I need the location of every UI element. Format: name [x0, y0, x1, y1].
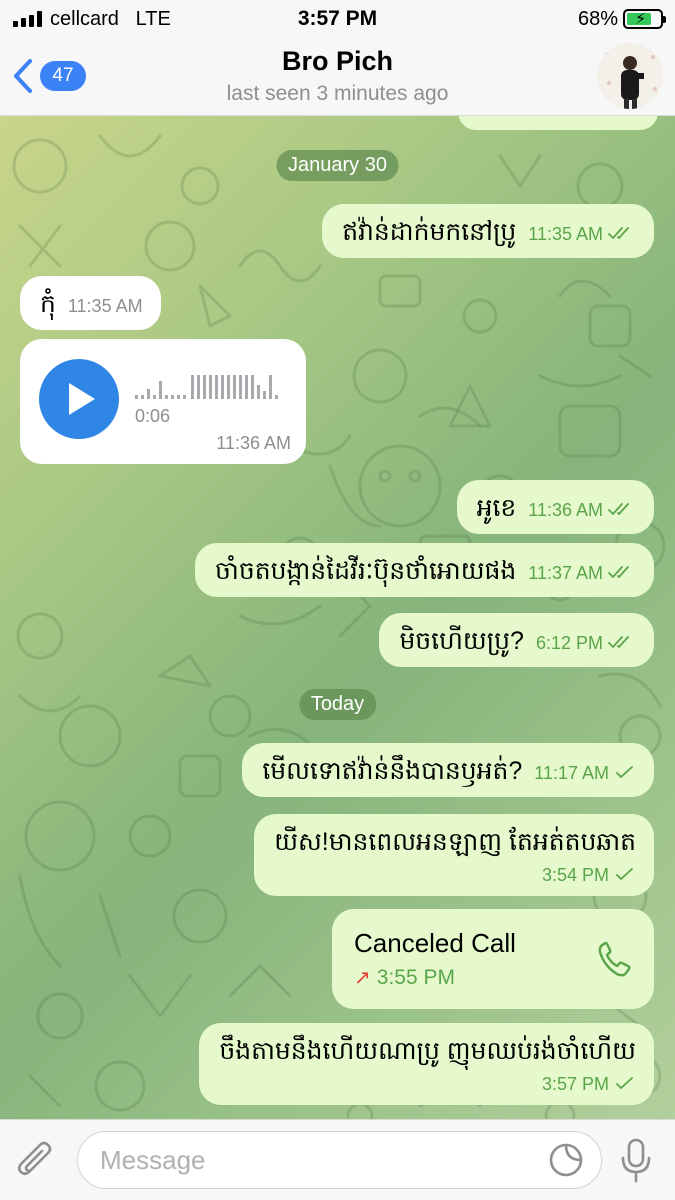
- message-text: អូខេ: [476, 494, 517, 522]
- double-check-icon: [608, 227, 629, 240]
- message-text: ចឹងតាមនឹងហើយណាប្រូ ញុមឈប់រង់ចាំហើយ: [219, 1037, 636, 1065]
- double-check-icon: [608, 503, 629, 516]
- message-bubble-out[interactable]: ឥវ៉ាន់ដាក់មកនៅប្រូ 11:35 AM: [322, 204, 654, 259]
- sticker-icon[interactable]: [548, 1142, 584, 1178]
- contact-name[interactable]: Bro Pich: [0, 46, 675, 77]
- chat-header: cellcard LTE 3:57 PM 68% ⚡ 47 Bro Pich l…: [0, 0, 675, 116]
- call-time: ↗ 3:55 PM: [354, 966, 455, 989]
- voice-duration: 0:06: [135, 406, 171, 426]
- check-icon: [616, 1077, 633, 1090]
- message-text: កុំ: [40, 290, 56, 318]
- partial-message-bubble: [458, 116, 658, 130]
- message-bubble-in[interactable]: កុំ 11:35 AM: [20, 276, 161, 331]
- message-bubble-out[interactable]: អូខេ 11:36 AM: [456, 480, 654, 535]
- voice-waveform: [135, 375, 278, 399]
- double-check-icon: [608, 636, 629, 649]
- play-button[interactable]: [39, 359, 119, 439]
- message-bubble-out[interactable]: ចាំចតបង្កាន់ដៃវីរៈប៊ុនថាំអោយផង 11:37 AM: [195, 543, 654, 598]
- attach-icon[interactable]: [16, 1139, 56, 1183]
- check-icon: [616, 868, 633, 881]
- message-bubble-out[interactable]: យីស!មានពេលអនឡាញ តែអត់តបឆាត 3:54 PM: [254, 814, 654, 897]
- message-text: ចាំចតបង្កាន់ដៃវីរៈប៊ុនថាំអោយផង: [215, 557, 517, 585]
- message-composer: Message: [0, 1119, 675, 1200]
- message-time: 11:36 AM: [216, 432, 291, 453]
- avatar[interactable]: [597, 43, 663, 109]
- last-seen-status: last seen 3 minutes ago: [226, 82, 449, 105]
- message-time: 11:36 AM: [528, 497, 636, 523]
- message-time: 11:37 AM: [528, 560, 636, 586]
- avatar-photo: [597, 43, 663, 109]
- chat-area[interactable]: January 30 ឥវ៉ាន់ដាក់មកនៅប្រូ 11:35 AM ក…: [0, 116, 675, 1119]
- double-check-icon: [608, 566, 629, 579]
- status-bar: cellcard LTE 3:57 PM 68% ⚡: [0, 0, 675, 38]
- message-text: មិចហើយប្រូ?: [399, 627, 524, 655]
- check-icon: [616, 766, 633, 779]
- voice-message-bubble[interactable]: 0:06 11:36 AM: [20, 339, 306, 464]
- message-bubble-out[interactable]: ចឹងតាមនឹងហើយណាប្រូ ញុមឈប់រង់ចាំហើយ 3:57 …: [199, 1023, 654, 1106]
- mic-icon[interactable]: [620, 1138, 652, 1184]
- phone-icon[interactable]: [594, 939, 636, 981]
- telegram-chat-screen: cellcard LTE 3:57 PM 68% ⚡ 47 Bro Pich l…: [0, 0, 675, 1200]
- message-time: 3:57 PM: [231, 1071, 636, 1097]
- message-bubble-out[interactable]: មិចហើយប្រូ? 6:12 PM: [379, 613, 654, 668]
- message-bubble-out[interactable]: មើលទោឥវ៉ាន់នឹងបានឫអត់? 11:17 AM: [242, 743, 654, 798]
- message-time: 11:35 AM: [528, 221, 636, 247]
- play-icon: [69, 383, 95, 415]
- clock: 3:57 PM: [297, 7, 378, 30]
- missed-call-arrow-icon: ↗: [354, 967, 371, 989]
- date-separator-today: Today: [298, 689, 377, 720]
- call-title: Canceled Call: [354, 928, 516, 958]
- date-separator-january: January 30: [276, 150, 399, 181]
- message-time: 6:12 PM: [536, 630, 636, 656]
- battery-percent: 68%: [577, 8, 618, 30]
- call-message-bubble[interactable]: Canceled Call ↗ 3:55 PM: [332, 909, 654, 1009]
- message-text: មើលទោឥវ៉ាន់នឹងបានឫអត់?: [262, 757, 523, 785]
- message-time: 11:17 AM: [534, 760, 636, 786]
- message-time: 11:35 AM: [67, 296, 143, 316]
- battery-icon: ⚡: [623, 9, 666, 29]
- message-text: ឥវ៉ាន់ដាក់មកនៅប្រូ: [342, 218, 517, 246]
- message-input[interactable]: Message: [77, 1131, 602, 1189]
- message-text: យីស!មានពេលអនឡាញ តែអត់តបឆាត: [274, 828, 636, 856]
- message-time: 3:54 PM: [286, 862, 636, 888]
